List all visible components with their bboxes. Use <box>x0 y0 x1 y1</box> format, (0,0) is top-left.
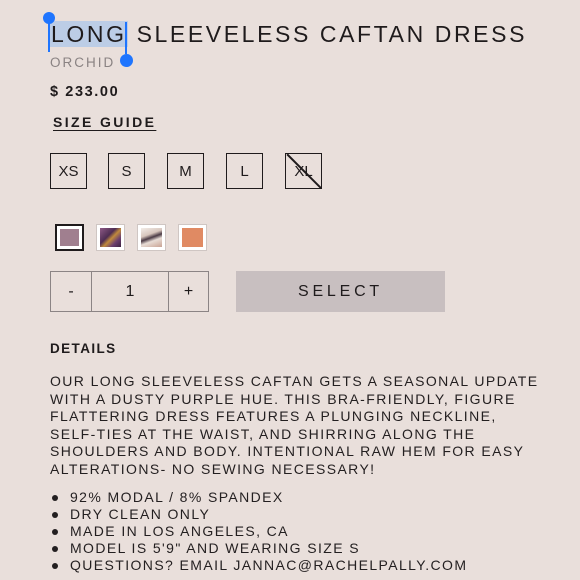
bullet-icon <box>52 494 58 501</box>
list-item-text: MADE IN LOS ANGELES, CA <box>70 523 289 539</box>
list-item-text: QUESTIONS? EMAIL JANNAC@RACHELPALLY.COM <box>70 557 468 573</box>
bullet-icon <box>52 562 58 569</box>
swatch-fill <box>100 228 121 247</box>
swatch-fill <box>141 228 162 247</box>
color-name: ORCHID <box>50 55 116 70</box>
selection-end-handle[interactable] <box>120 54 133 67</box>
select-button[interactable]: SELECT <box>236 271 445 312</box>
details-list: 92% MODAL / 8% SPANDEX DRY CLEAN ONLY MA… <box>50 489 550 574</box>
size-button-xs[interactable]: XS <box>50 153 87 189</box>
bullet-icon <box>52 511 58 518</box>
details-heading: DETAILS <box>50 341 117 356</box>
title-rest: SLEEVELESS CAFTAN DRESS <box>127 21 528 47</box>
list-item: DRY CLEAN ONLY <box>50 506 550 523</box>
list-item: MADE IN LOS ANGELES, CA <box>50 523 550 540</box>
bullet-icon <box>52 545 58 552</box>
product-description: OUR LONG SLEEVELESS CAFTAN GETS A SEASON… <box>50 373 539 477</box>
size-guide-link[interactable]: SIZE GUIDE <box>53 114 156 130</box>
quantity-stepper: - 1 + <box>50 271 209 312</box>
swatch-orchid[interactable] <box>55 224 84 251</box>
swatch-purple-print[interactable] <box>96 224 125 251</box>
swatch-white-print[interactable] <box>137 224 166 251</box>
product-page: LONG SLEEVELESS CAFTAN DRESS ORCHID $ 23… <box>0 0 580 580</box>
swatch-fill <box>60 229 79 246</box>
size-button-l[interactable]: L <box>226 153 263 189</box>
size-button-xl[interactable]: XL <box>285 153 322 189</box>
bullet-icon <box>52 528 58 535</box>
product-title: LONG SLEEVELESS CAFTAN DRESS <box>50 21 527 48</box>
price: $ 233.00 <box>50 84 120 100</box>
size-button-s[interactable]: S <box>108 153 145 189</box>
list-item-text: DRY CLEAN ONLY <box>70 506 211 522</box>
size-button-m[interactable]: M <box>167 153 204 189</box>
quantity-value[interactable]: 1 <box>92 272 168 311</box>
swatch-fill <box>182 228 203 247</box>
selection-end-stem <box>125 22 127 54</box>
selected-text[interactable]: LONG <box>50 21 128 47</box>
quantity-increase-button[interactable]: + <box>168 272 208 311</box>
swatch-coral[interactable] <box>178 224 207 251</box>
selection-start-stem <box>48 20 50 52</box>
list-item-text: MODEL IS 5'9" AND WEARING SIZE S <box>70 540 360 556</box>
list-item-text: 92% MODAL / 8% SPANDEX <box>70 489 284 505</box>
quantity-decrease-button[interactable]: - <box>51 272 92 311</box>
list-item: 92% MODAL / 8% SPANDEX <box>50 489 550 506</box>
selection-start-handle[interactable] <box>43 12 55 24</box>
list-item: MODEL IS 5'9" AND WEARING SIZE S <box>50 540 550 557</box>
list-item: QUESTIONS? EMAIL JANNAC@RACHELPALLY.COM <box>50 557 550 574</box>
